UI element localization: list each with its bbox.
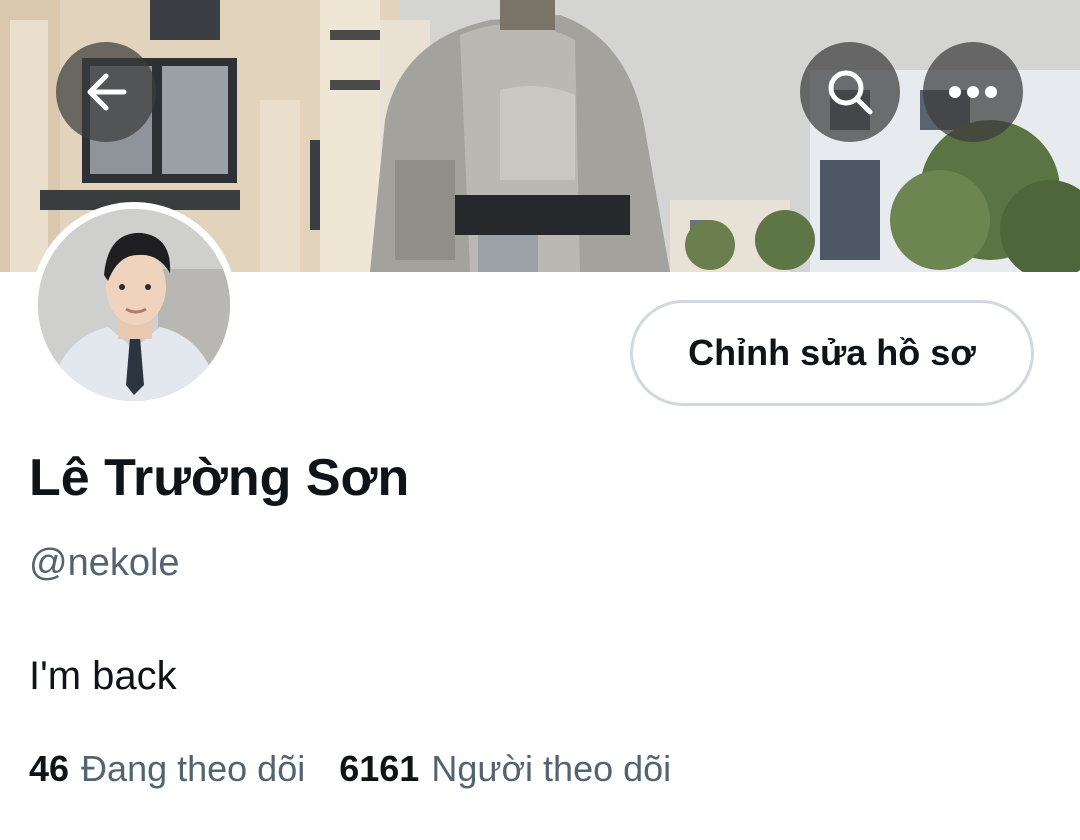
followers-count: 6161 <box>339 748 420 789</box>
following-count: 46 <box>29 748 70 789</box>
followers-label: Người theo dõi <box>431 748 672 789</box>
edit-profile-button[interactable]: Chỉnh sửa hồ sơ <box>630 300 1034 406</box>
arrow-left-icon <box>87 73 127 111</box>
more-options-button[interactable] <box>923 42 1023 142</box>
search-button[interactable] <box>800 42 900 142</box>
followers-link[interactable]: 6161 Người theo dõi <box>339 748 671 790</box>
back-button[interactable] <box>56 42 156 142</box>
display-name: Lê Trường Sơn <box>29 449 410 507</box>
username-handle: @nekole <box>29 542 180 584</box>
more-horizontal-icon <box>949 86 997 98</box>
search-icon <box>828 70 873 115</box>
bio-text: I'm back <box>29 654 177 698</box>
following-link[interactable]: 46 Đang theo dõi <box>29 748 305 790</box>
following-label: Đang theo dõi <box>81 748 306 789</box>
profile-page: Chỉnh sửa hồ sơ Lê Trường Sơn @nekole I'… <box>0 0 1080 840</box>
avatar-photo <box>38 209 230 401</box>
follow-stats: 46 Đang theo dõi 6161 Người theo dõi <box>29 748 671 790</box>
avatar[interactable] <box>31 202 237 408</box>
